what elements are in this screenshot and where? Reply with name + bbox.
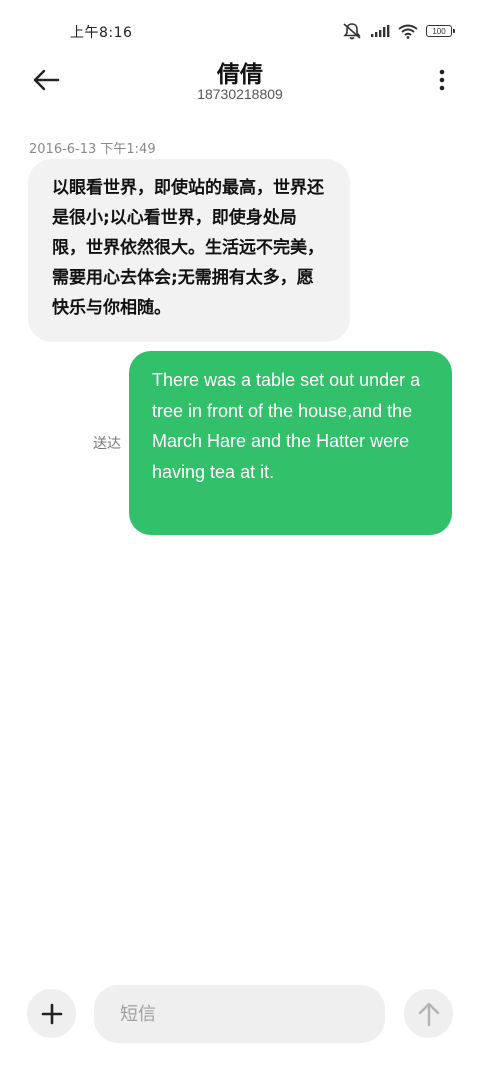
message-timestamp: 2016-6-13 下午1:49: [29, 142, 156, 157]
send-arrow-icon: [418, 1002, 439, 1026]
battery-icon: 100: [426, 25, 455, 37]
wifi-icon: [398, 24, 418, 39]
status-time: 上午8:16: [70, 25, 133, 41]
more-vertical-icon: [439, 69, 445, 91]
more-options-button[interactable]: [430, 64, 454, 96]
incoming-message-bubble[interactable]: 以眼看世界，即使站的最高，世界还是很小;以心看世界，即使身处局限，世界依然很大。…: [28, 159, 350, 342]
outgoing-message-text: There was a table set out under a tree i…: [152, 370, 421, 482]
outgoing-message-bubble[interactable]: There was a table set out under a tree i…: [129, 351, 452, 535]
contact-name: 倩倩: [217, 62, 263, 88]
plus-icon: [41, 1003, 62, 1024]
send-button[interactable]: [404, 989, 453, 1038]
incoming-message-text: 以眼看世界，即使站的最高，世界还是很小;以心看世界，即使身处局限，世界依然很大。…: [52, 178, 324, 318]
add-attachment-button[interactable]: [27, 989, 76, 1038]
contact-number: 18730218809: [197, 86, 283, 102]
battery-level: 100: [432, 26, 446, 36]
delivery-status: 送达: [93, 436, 121, 452]
signal-icon: [370, 24, 390, 38]
message-input[interactable]: [94, 985, 385, 1043]
conversation-header: 倩倩 18730218809: [0, 50, 480, 110]
alarm-muted-icon: [342, 22, 362, 40]
status-icons: 100: [342, 22, 455, 40]
